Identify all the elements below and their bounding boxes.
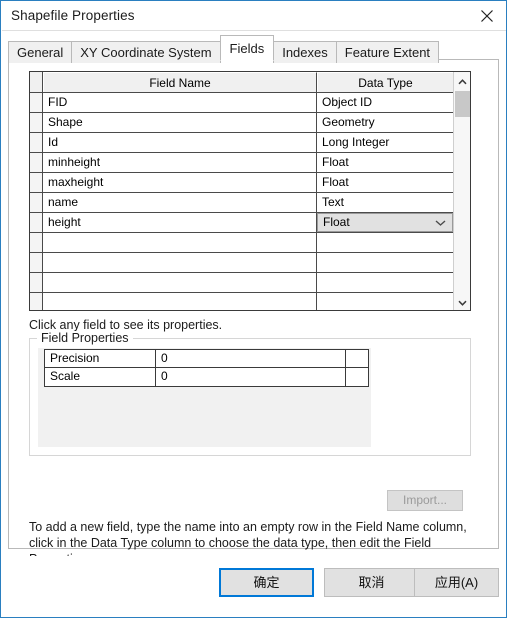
cell-data-type[interactable]: Long Integer bbox=[317, 133, 453, 152]
tab-fields[interactable]: Fields bbox=[219, 35, 275, 61]
chevron-up-icon bbox=[458, 74, 467, 88]
cell-data-type[interactable]: Text bbox=[317, 193, 453, 212]
column-header-field-name[interactable]: Field Name bbox=[43, 72, 317, 92]
close-icon bbox=[480, 9, 494, 23]
fields-tab-panel: Field Name Data Type FID Object ID Shape… bbox=[8, 59, 499, 566]
cell-field-name[interactable]: Shape bbox=[43, 113, 317, 132]
import-button[interactable]: Import... bbox=[387, 490, 463, 511]
property-row-end bbox=[346, 350, 368, 367]
tab-indexes[interactable]: Indexes bbox=[273, 41, 337, 63]
scroll-up-button[interactable] bbox=[454, 72, 471, 89]
row-selector[interactable] bbox=[30, 293, 43, 310]
tab-general[interactable]: General bbox=[8, 41, 73, 63]
data-type-dropdown[interactable]: Float bbox=[317, 213, 453, 232]
row-selector[interactable] bbox=[30, 153, 43, 172]
field-grid: Field Name Data Type FID Object ID Shape… bbox=[29, 71, 471, 311]
row-selector[interactable] bbox=[30, 273, 43, 292]
apply-button[interactable]: 应用(A) bbox=[414, 568, 499, 597]
grid-vertical-scrollbar[interactable] bbox=[453, 72, 470, 310]
property-name: Scale bbox=[45, 368, 156, 386]
chevron-down-icon bbox=[458, 295, 467, 309]
table-row[interactable]: name Text bbox=[30, 193, 453, 213]
dialog-title: Shapefile Properties bbox=[11, 8, 135, 23]
scroll-down-button[interactable] bbox=[454, 293, 471, 310]
cell-data-type[interactable] bbox=[317, 273, 453, 292]
table-row[interactable]: maxheight Float bbox=[30, 173, 453, 193]
table-row[interactable]: Id Long Integer bbox=[30, 133, 453, 153]
table-row[interactable]: FID Object ID bbox=[30, 93, 453, 113]
property-row-end bbox=[346, 368, 368, 386]
field-properties-table: Precision 0 Scale 0 bbox=[44, 349, 369, 387]
row-selector[interactable] bbox=[30, 233, 43, 252]
tab-bar: General XY Coordinate System Fields Inde… bbox=[8, 35, 440, 63]
field-property-row[interactable]: Scale 0 bbox=[45, 368, 368, 386]
table-row[interactable] bbox=[30, 293, 453, 310]
table-row[interactable]: Shape Geometry bbox=[30, 113, 453, 133]
row-selector[interactable] bbox=[30, 133, 43, 152]
table-row[interactable]: minheight Float bbox=[30, 153, 453, 173]
click-field-hint: Click any field to see its properties. bbox=[29, 318, 223, 332]
cell-data-type[interactable]: Float bbox=[317, 153, 453, 172]
table-row[interactable] bbox=[30, 253, 453, 273]
title-bar: Shapefile Properties bbox=[2, 2, 506, 31]
table-row[interactable] bbox=[30, 273, 453, 293]
ok-button[interactable]: 确定 bbox=[219, 568, 314, 597]
tab-feature-extent[interactable]: Feature Extent bbox=[335, 41, 440, 63]
cell-data-type[interactable]: Geometry bbox=[317, 113, 453, 132]
tab-xy-coordinate-system[interactable]: XY Coordinate System bbox=[71, 41, 221, 63]
field-grid-header: Field Name Data Type bbox=[30, 72, 453, 93]
row-selector[interactable] bbox=[30, 93, 43, 112]
field-grid-body: Field Name Data Type FID Object ID Shape… bbox=[30, 72, 453, 310]
property-value[interactable]: 0 bbox=[156, 368, 346, 386]
row-selector[interactable] bbox=[30, 193, 43, 212]
cell-field-name[interactable]: minheight bbox=[43, 153, 317, 172]
row-selector[interactable] bbox=[30, 213, 43, 232]
cell-field-name[interactable] bbox=[43, 273, 317, 292]
property-name: Precision bbox=[45, 350, 156, 367]
cell-field-name[interactable]: name bbox=[43, 193, 317, 212]
scrollbar-thumb[interactable] bbox=[455, 91, 470, 117]
chevron-down-icon bbox=[435, 219, 446, 226]
cell-data-type[interactable]: Object ID bbox=[317, 93, 453, 112]
cell-field-name[interactable] bbox=[43, 293, 317, 310]
cell-data-type[interactable] bbox=[317, 233, 453, 252]
cell-field-name[interactable]: maxheight bbox=[43, 173, 317, 192]
dialog-footer: 确定 取消 应用(A) bbox=[2, 556, 506, 616]
shapefile-properties-dialog: Shapefile Properties General XY Coordina… bbox=[0, 0, 507, 618]
close-button[interactable] bbox=[467, 2, 506, 29]
property-value[interactable]: 0 bbox=[156, 350, 346, 367]
table-row[interactable] bbox=[30, 233, 453, 253]
cell-field-name[interactable]: FID bbox=[43, 93, 317, 112]
row-selector[interactable] bbox=[30, 253, 43, 272]
cell-data-type[interactable]: Float bbox=[317, 173, 453, 192]
cell-field-name[interactable]: Id bbox=[43, 133, 317, 152]
row-selector[interactable] bbox=[30, 173, 43, 192]
cell-field-name[interactable] bbox=[43, 233, 317, 252]
cell-data-type[interactable] bbox=[317, 293, 453, 310]
cell-field-name[interactable]: height bbox=[43, 213, 317, 232]
data-type-dropdown-value: Float bbox=[323, 215, 350, 229]
field-property-row[interactable]: Precision 0 bbox=[45, 350, 368, 368]
field-properties-legend: Field Properties bbox=[37, 331, 133, 345]
row-selector-header bbox=[30, 72, 43, 92]
cell-data-type[interactable] bbox=[317, 253, 453, 272]
cancel-button[interactable]: 取消 bbox=[324, 568, 419, 597]
cell-field-name[interactable] bbox=[43, 253, 317, 272]
column-header-data-type[interactable]: Data Type bbox=[317, 72, 453, 92]
row-selector[interactable] bbox=[30, 113, 43, 132]
table-row-selected[interactable]: height Float bbox=[30, 213, 453, 233]
